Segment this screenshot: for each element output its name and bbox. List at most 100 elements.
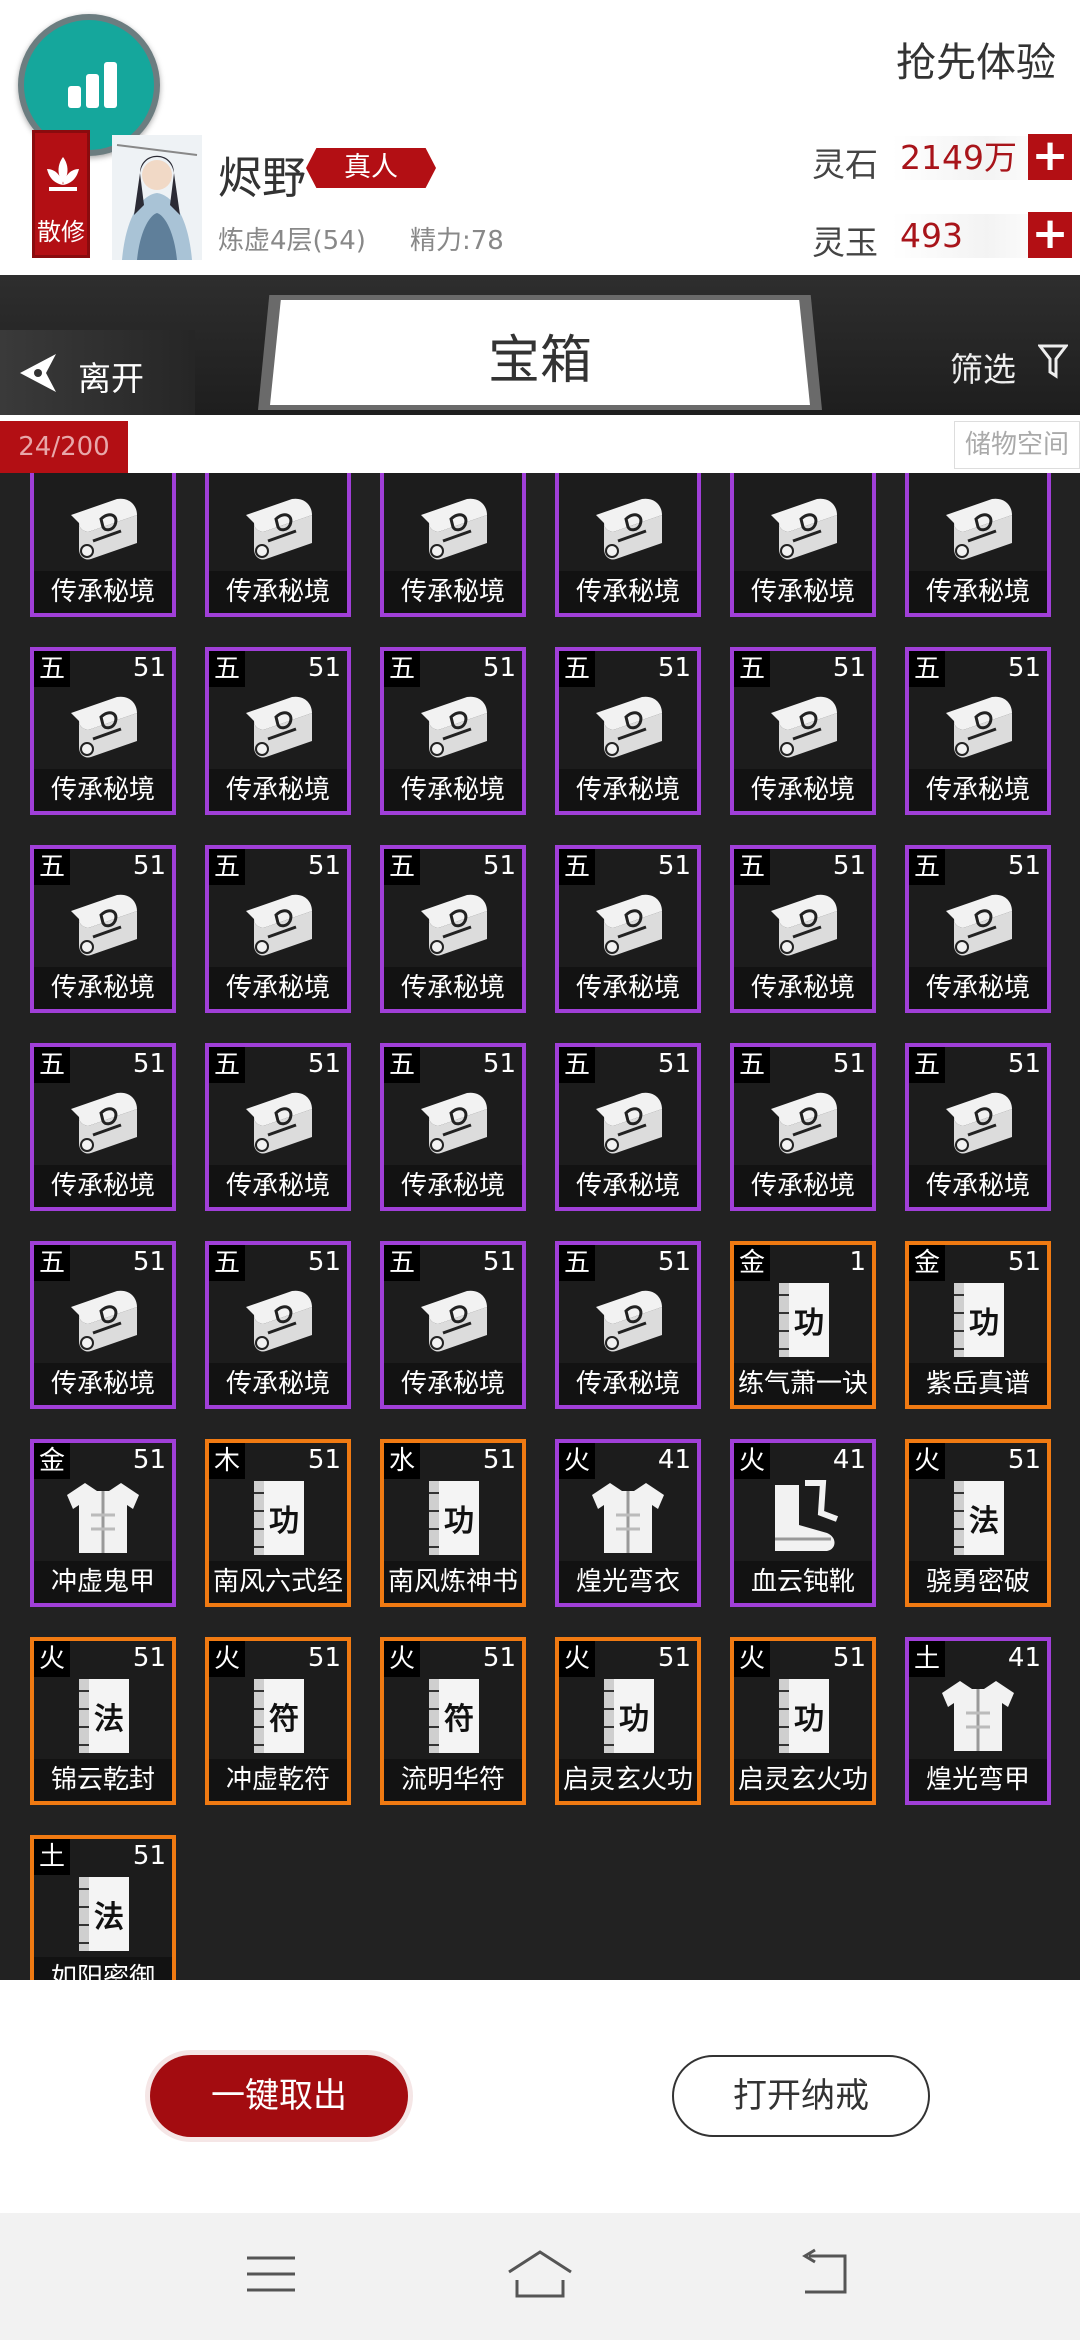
faction-badge[interactable]: 散修 bbox=[32, 130, 90, 258]
inventory-item[interactable]: 五 51 传承秘境 bbox=[205, 1043, 351, 1211]
inventory-item[interactable]: 五 51 传承秘境 bbox=[555, 1043, 701, 1211]
item-level: 51 bbox=[482, 1247, 516, 1277]
item-element-tag: 木 bbox=[209, 1443, 245, 1479]
inventory-item[interactable]: 火 41 血云钝靴 bbox=[730, 1439, 876, 1607]
capacity-bar: 24/200 储物空间 bbox=[0, 415, 1080, 473]
inventory-item[interactable]: 木 51 功南风六式经 bbox=[205, 1439, 351, 1607]
item-name: 如阳密御 bbox=[34, 1957, 172, 1980]
inventory-item[interactable]: 土 41 煌光弯甲 bbox=[905, 1637, 1051, 1805]
item-element-tag: 五 bbox=[384, 849, 420, 885]
inventory-item[interactable]: 火 51 法锦云乾封 bbox=[30, 1637, 176, 1805]
inventory-item[interactable]: 五 51 传承秘境 bbox=[205, 845, 351, 1013]
armor-icon bbox=[67, 1483, 139, 1553]
inventory-item[interactable]: 传承秘境 bbox=[905, 473, 1051, 617]
scroll-icon bbox=[246, 1290, 312, 1352]
currency-value: 493 bbox=[892, 214, 1050, 258]
leave-button[interactable]: 离开 bbox=[0, 330, 195, 416]
scroll-icon bbox=[771, 894, 837, 956]
item-name: 传承秘境 bbox=[559, 1363, 697, 1405]
item-name: 血云钝靴 bbox=[734, 1561, 872, 1603]
book-icon: 法 bbox=[79, 1877, 129, 1951]
item-name: 传承秘境 bbox=[34, 769, 172, 811]
menu-icon[interactable] bbox=[245, 2248, 297, 2300]
scroll-icon bbox=[946, 498, 1012, 560]
inventory-item[interactable]: 五 51 传承秘境 bbox=[30, 647, 176, 815]
inventory-item[interactable]: 五 51 传承秘境 bbox=[730, 845, 876, 1013]
book-icon: 符 bbox=[254, 1679, 304, 1753]
item-level: 51 bbox=[482, 851, 516, 881]
inventory-item[interactable]: 五 51 传承秘境 bbox=[905, 845, 1051, 1013]
item-element-tag: 五 bbox=[734, 651, 770, 687]
inventory-item[interactable]: 传承秘境 bbox=[380, 473, 526, 617]
inventory-item[interactable]: 土 51 法如阳密御 bbox=[30, 1835, 176, 1980]
inventory-item[interactable]: 火 41 煌光弯衣 bbox=[555, 1439, 701, 1607]
inventory-item[interactable]: 五 51 传承秘境 bbox=[30, 1241, 176, 1409]
item-element-tag: 五 bbox=[559, 1245, 595, 1281]
item-name: 传承秘境 bbox=[384, 1165, 522, 1207]
leave-label: 离开 bbox=[78, 359, 144, 398]
open-ring-button[interactable]: 打开纳戒 bbox=[672, 2055, 930, 2137]
boots-icon bbox=[775, 1480, 839, 1551]
storage-space-label[interactable]: 储物空间 bbox=[953, 421, 1080, 469]
inventory-item[interactable]: 金 51 功紫岳真谱 bbox=[905, 1241, 1051, 1409]
early-access-label[interactable]: 抢先体验 bbox=[896, 30, 1056, 88]
item-level: 51 bbox=[132, 1643, 166, 1673]
back-icon[interactable] bbox=[795, 2248, 851, 2300]
scroll-icon bbox=[596, 894, 662, 956]
inventory-item[interactable]: 火 51 符流明华符 bbox=[380, 1637, 526, 1805]
inventory-item[interactable]: 火 51 功启灵玄火功 bbox=[730, 1637, 876, 1805]
item-grid[interactable]: 传承秘境 传承秘境 传承秘境 传承秘境 传承秘境 传承秘境五 51 传承秘境五 51 传承秘境五 5… bbox=[0, 473, 1080, 1980]
avatar[interactable] bbox=[112, 135, 202, 260]
scroll-icon bbox=[946, 1092, 1012, 1154]
inventory-item[interactable]: 传承秘境 bbox=[730, 473, 876, 617]
item-name: 传承秘境 bbox=[559, 769, 697, 811]
inventory-item[interactable]: 传承秘境 bbox=[30, 473, 176, 617]
item-level: 51 bbox=[307, 1643, 341, 1673]
inventory-item[interactable]: 五 51 传承秘境 bbox=[380, 1241, 526, 1409]
add-spirit-jade-button[interactable]: + bbox=[1028, 212, 1072, 258]
inventory-item[interactable]: 五 51 传承秘境 bbox=[380, 647, 526, 815]
inventory-item[interactable]: 火 51 法骁勇密破 bbox=[905, 1439, 1051, 1607]
inventory-item[interactable]: 五 51 传承秘境 bbox=[205, 647, 351, 815]
item-name: 流明华符 bbox=[384, 1759, 522, 1801]
home-icon[interactable] bbox=[505, 2248, 575, 2300]
item-name: 启灵玄火功 bbox=[559, 1759, 697, 1801]
item-element-tag: 五 bbox=[34, 651, 70, 687]
inventory-item[interactable]: 五 51 传承秘境 bbox=[555, 1241, 701, 1409]
inventory-item[interactable]: 五 51 传承秘境 bbox=[555, 647, 701, 815]
svg-text:功: 功 bbox=[619, 1702, 649, 1737]
inventory-item[interactable]: 五 51 传承秘境 bbox=[30, 1043, 176, 1211]
scroll-icon bbox=[246, 498, 312, 560]
inventory-item[interactable]: 金 51 冲虚鬼甲 bbox=[30, 1439, 176, 1607]
inventory-item[interactable]: 五 51 传承秘境 bbox=[730, 647, 876, 815]
inventory-item[interactable]: 五 51 传承秘境 bbox=[30, 845, 176, 1013]
item-element-tag: 五 bbox=[559, 1047, 595, 1083]
take-all-button[interactable]: 一键取出 bbox=[150, 2055, 408, 2137]
item-name: 传承秘境 bbox=[384, 769, 522, 811]
cultivation-level: 炼虚4层(54) bbox=[218, 226, 366, 256]
inventory-item[interactable]: 金 1 功练气萧一诀 bbox=[730, 1241, 876, 1409]
currency-value: 2149万 bbox=[892, 136, 1050, 180]
item-name: 煌光弯甲 bbox=[909, 1759, 1047, 1801]
add-spirit-stone-button[interactable]: + bbox=[1028, 134, 1072, 180]
item-name: 南风炼神书 bbox=[384, 1561, 522, 1603]
inventory-item[interactable]: 五 51 传承秘境 bbox=[380, 845, 526, 1013]
stats-bar-icon bbox=[68, 86, 81, 108]
inventory-item[interactable]: 火 51 功启灵玄火功 bbox=[555, 1637, 701, 1805]
inventory-item[interactable]: 五 51 传承秘境 bbox=[205, 1241, 351, 1409]
player-header: 散修 烬野 真人 炼虚4层(54) 精力:78 抢先体验 灵石 2149万 + … bbox=[0, 0, 1080, 275]
item-element-tag: 金 bbox=[909, 1245, 945, 1281]
inventory-item[interactable]: 五 51 传承秘境 bbox=[380, 1043, 526, 1211]
inventory-item[interactable]: 五 51 传承秘境 bbox=[905, 647, 1051, 815]
inventory-item[interactable]: 五 51 传承秘境 bbox=[730, 1043, 876, 1211]
inventory-item[interactable]: 五 51 传承秘境 bbox=[905, 1043, 1051, 1211]
inventory-item[interactable]: 传承秘境 bbox=[555, 473, 701, 617]
filter-label: 筛选 bbox=[950, 350, 1016, 389]
inventory-item[interactable]: 五 51 传承秘境 bbox=[555, 845, 701, 1013]
inventory-item[interactable]: 水 51 功南风炼神书 bbox=[380, 1439, 526, 1607]
inventory-item[interactable]: 传承秘境 bbox=[205, 473, 351, 617]
scroll-icon bbox=[946, 894, 1012, 956]
item-element-tag: 五 bbox=[209, 1245, 245, 1281]
player-name: 烬野 bbox=[218, 153, 306, 204]
inventory-item[interactable]: 火 51 符冲虚乾符 bbox=[205, 1637, 351, 1805]
